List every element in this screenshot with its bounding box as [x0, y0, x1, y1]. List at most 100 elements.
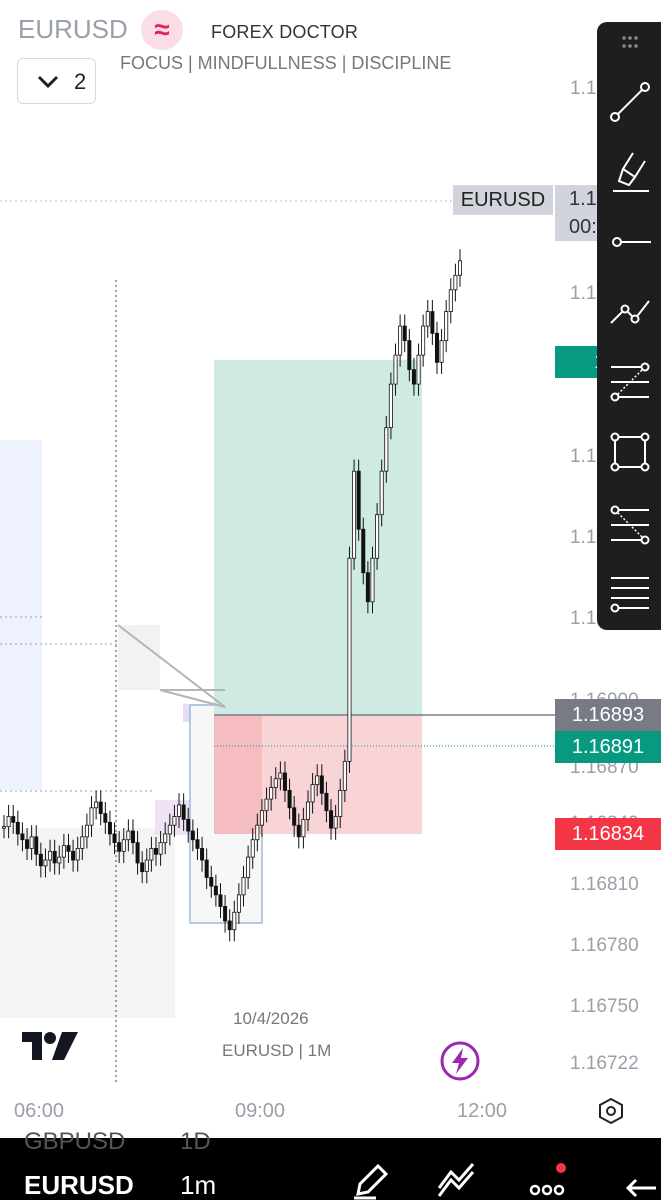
- candle-body: [287, 789, 292, 809]
- price-chart[interactable]: [0, 0, 661, 1138]
- candle-body: [324, 792, 329, 812]
- candle-body: [200, 848, 205, 861]
- pencil-icon[interactable]: [350, 1160, 390, 1200]
- candle-body: [48, 850, 53, 861]
- candle-body: [186, 819, 191, 832]
- drag-handle-icon[interactable]: [605, 28, 655, 58]
- horizontal-lines-icon[interactable]: [605, 570, 655, 620]
- candle-body: [121, 839, 126, 852]
- candle-body: [430, 311, 435, 334]
- candle-body: [342, 760, 347, 791]
- candle-body: [57, 856, 62, 864]
- candle-body: [310, 784, 315, 803]
- candle-body: [402, 325, 407, 341]
- candle-body: [329, 810, 334, 829]
- fib-extension-icon[interactable]: [605, 500, 655, 550]
- rectangle-icon[interactable]: [605, 427, 655, 477]
- price-label: 1.1: [570, 283, 597, 304]
- more-icon[interactable]: [527, 1160, 567, 1200]
- price-label: 1.16810: [570, 874, 639, 895]
- candle-body: [301, 819, 306, 838]
- candle-body: [361, 528, 366, 574]
- candle-body: [255, 824, 260, 841]
- candle-body: [167, 824, 172, 835]
- drawing-toolbar[interactable]: [597, 22, 661, 630]
- price-label: 1.1: [570, 78, 597, 99]
- candle-body: [241, 877, 246, 896]
- candle-body: [411, 369, 416, 385]
- candle-body: [236, 894, 241, 913]
- indicators-icon[interactable]: [435, 1160, 475, 1200]
- collapse-indicators-button[interactable]: 2: [17, 58, 96, 104]
- candle-body: [2, 826, 7, 829]
- candle-body: [149, 848, 154, 861]
- candle-body: [43, 859, 48, 867]
- candle-body: [153, 848, 158, 855]
- candle-body: [305, 801, 310, 820]
- watermark-symbol: EURUSD | 1M: [222, 1041, 332, 1060]
- lightning-icon[interactable]: [439, 1040, 481, 1082]
- candle-body: [398, 325, 403, 356]
- candle-body: [218, 894, 223, 907]
- candle-body: [425, 311, 430, 327]
- candle-body: [388, 383, 393, 429]
- candle-body: [107, 821, 112, 835]
- stop-price-tag: 1.16834: [555, 818, 661, 850]
- candle-body: [338, 789, 343, 817]
- indicator-logo-icon: ≈: [141, 10, 183, 50]
- candle-body: [181, 804, 186, 820]
- candle-body: [393, 354, 398, 385]
- zone-gray-small: [118, 625, 160, 690]
- previous-timeframe[interactable]: 1D: [180, 1128, 211, 1156]
- candle-body: [246, 856, 251, 878]
- price-label: 1.16722: [570, 1053, 639, 1074]
- candle-body: [84, 824, 89, 838]
- candle-body: [15, 821, 20, 835]
- candle-body: [66, 845, 71, 852]
- candle-body: [130, 830, 135, 844]
- fib-retracement-icon[interactable]: [605, 357, 655, 407]
- candle-body: [6, 816, 11, 828]
- candle-body: [434, 332, 439, 363]
- highlighter-icon[interactable]: [605, 147, 655, 197]
- trend-line-icon[interactable]: [605, 77, 655, 127]
- candle-body: [352, 470, 357, 559]
- candle-body: [223, 906, 228, 922]
- candle-body: [365, 572, 370, 603]
- symbol-title[interactable]: EURUSD: [18, 14, 128, 45]
- author-name: FOREX DOCTOR: [211, 22, 359, 42]
- back-arrow-icon[interactable]: [620, 1160, 660, 1200]
- candle-body: [117, 842, 122, 852]
- settings-hex-icon[interactable]: [596, 1096, 626, 1126]
- time-label: 12:00: [457, 1100, 508, 1122]
- candle-body: [126, 830, 131, 841]
- candle-body: [163, 833, 168, 844]
- price-label: 1.16780: [570, 935, 639, 956]
- candle-body: [444, 311, 449, 341]
- candle-body: [315, 775, 320, 785]
- zone-gray-bottom: [0, 828, 175, 1018]
- symbol-selector[interactable]: EURUSD: [24, 1170, 134, 1201]
- horizontal-ray-icon[interactable]: [605, 217, 655, 267]
- candle-body: [448, 289, 453, 312]
- candle-body: [379, 470, 384, 516]
- candle-body: [94, 801, 99, 809]
- tradingview-logo-icon: [22, 1032, 78, 1060]
- path-icon[interactable]: [605, 287, 655, 337]
- candle-body: [333, 816, 338, 829]
- candle-body: [209, 877, 214, 887]
- candle-body: [135, 842, 140, 864]
- candle-body: [11, 816, 16, 823]
- candle-body: [439, 340, 444, 363]
- candle-body: [457, 260, 462, 276]
- previous-symbol[interactable]: GBPUSD: [24, 1128, 125, 1156]
- price-label: 1.1: [570, 608, 597, 629]
- candle-body: [278, 772, 283, 780]
- candle-body: [144, 859, 149, 873]
- watermark-date: 10/4/2026: [233, 1009, 309, 1028]
- candle-body: [61, 845, 66, 858]
- stop-zone-dark: [214, 715, 262, 834]
- timeframe-selector[interactable]: 1m: [180, 1170, 216, 1201]
- candle-body: [25, 839, 30, 849]
- candle-body: [282, 772, 287, 791]
